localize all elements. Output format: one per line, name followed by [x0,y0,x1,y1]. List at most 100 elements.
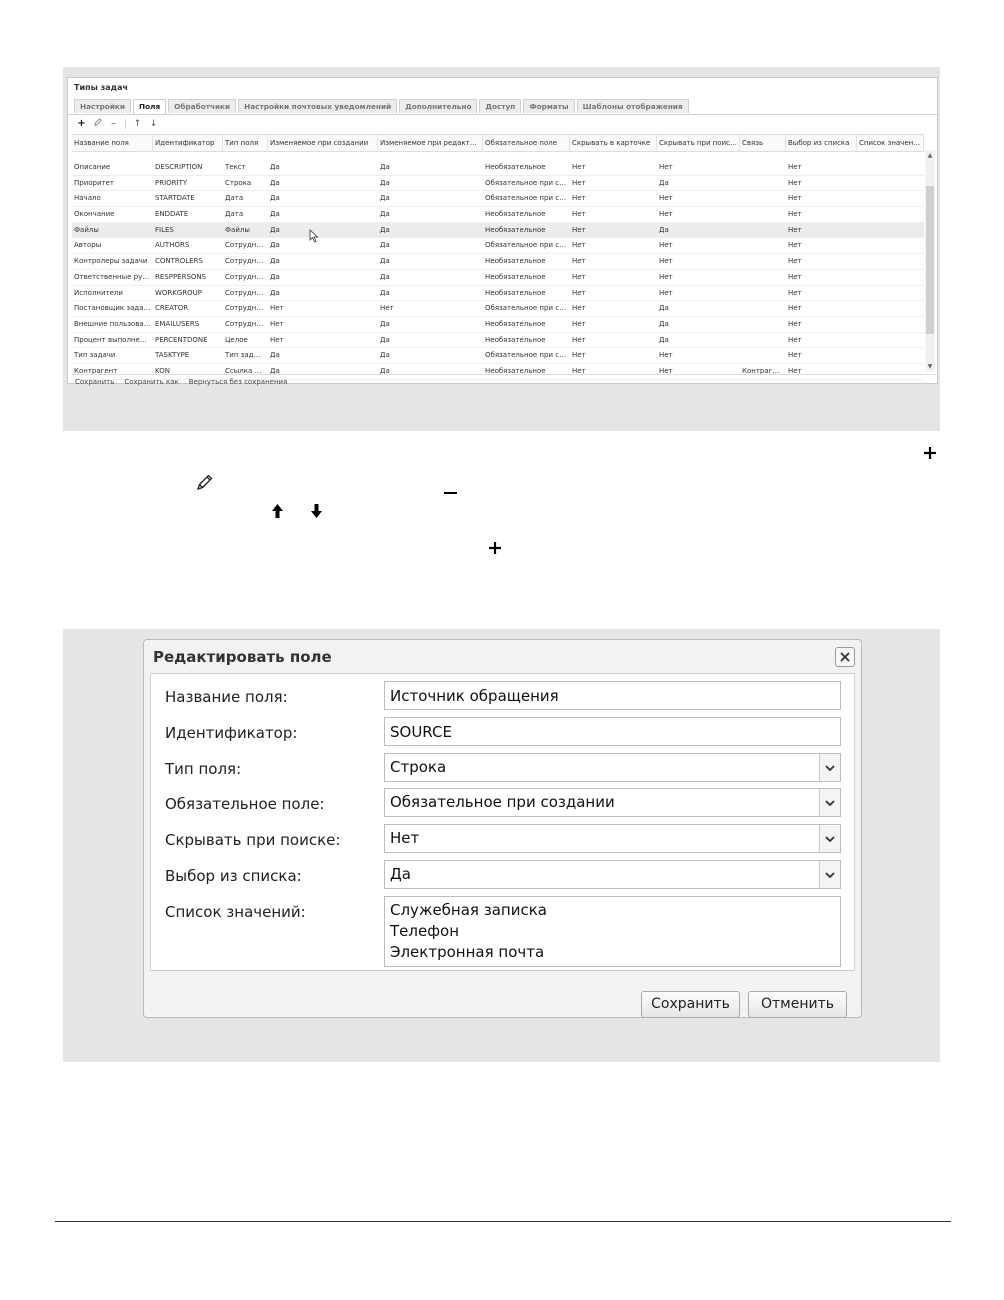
table-row[interactable]: Начало STARTDATE Дата Да Да Обязательное при … [72,191,924,208]
table-cell: Обязательное при с… [485,178,567,187]
table-row[interactable]: Процент выполне… PERCENTDONE Целое Нет Да Нео… [72,333,924,349]
table-cell: Нет [788,178,802,187]
column-header[interactable]: Список значен… [857,135,924,151]
table-cell: Нет [788,163,802,171]
values-list-item: Электронная почта [390,943,545,961]
required-field-label: Обязательное поле: [165,795,325,813]
scroll-up-icon[interactable]: ▲ [925,152,935,159]
table-row[interactable]: Окончание ENDDATE Дата Да Да Необязательное Не… [72,207,924,223]
tab-fields[interactable]: Поля [133,99,167,114]
table-cell: Нет [788,304,802,313]
column-header[interactable]: Скрывать при поис… [657,135,740,151]
column-header[interactable]: Тип поля [223,135,268,151]
tab-additional[interactable]: Дополнительно [399,99,478,113]
table-row[interactable]: Приоритет PRIORITY Строка Да Да Обязательное … [72,176,924,192]
column-header[interactable]: Идентификатор [153,135,223,151]
table-cell: Необязательное [485,210,546,219]
chevron-down-icon[interactable] [819,825,840,852]
column-header[interactable]: Обязательное поле [483,135,570,151]
tab-handlers[interactable]: Обработчики [168,99,237,113]
pencil-icon [196,473,214,495]
values-list-textarea[interactable]: Служебная записка Телефон Электронная по… [384,896,841,967]
values-list-item: Телефон [390,922,460,940]
chevron-down-icon[interactable] [819,861,840,888]
hide-in-search-select[interactable]: Нет [384,824,841,853]
table-cell: Нет [380,304,394,313]
table-cell: Да [659,225,669,234]
arrow-down-icon[interactable]: ↓ [147,119,160,129]
scroll-down-icon[interactable]: ▼ [925,363,935,370]
table-cell [857,238,924,252]
scroll-thumb[interactable] [926,186,934,334]
arrow-up-icon[interactable]: ↑ [131,119,144,129]
table-row[interactable]: Контролеры задачи CONTROLERS Сотрудн… Да Да Н… [72,254,924,270]
table-cell: Да [270,241,280,250]
table-cell: Нет [788,241,802,250]
table-row[interactable]: Исполнители WORKGROUP Сотрудн… Да Да Необязат… [72,286,924,302]
table-cell: Обязательное при с… [485,194,567,203]
tab-settings[interactable]: Настройки [74,99,131,113]
identifier-input[interactable] [384,717,841,746]
table-row[interactable]: Авторы AUTHORS Сотрудн… Да Да Обязательное пр… [72,238,924,255]
field-type-select[interactable]: Строка [384,753,841,782]
table-cell: Да [270,163,280,171]
table-cell: Файлы [74,225,99,234]
plus-icon [488,540,502,559]
list-choice-label: Выбор из списка: [165,867,302,885]
identifier-label: Идентификатор: [165,724,298,742]
grid-header: Название поля Идентификатор Тип поля Изм… [72,134,924,152]
close-button[interactable] [835,647,855,667]
table-cell: Да [659,178,669,187]
table-row[interactable]: Внешние пользова… EMAILUSERS Сотрудн… Нет Да… [72,317,924,333]
table-row[interactable]: Постановщик зада… CREATOR Сотрудн… Нет Нет Об… [72,301,924,317]
table-cell [740,286,786,300]
column-header[interactable]: Выбор из списка [786,135,857,151]
table-cell: Файлы [225,225,250,234]
table-cell: Обязательное при с… [485,351,567,360]
pencil-icon[interactable] [91,118,104,129]
table-cell: Необязательное [485,319,546,328]
required-field-select[interactable]: Обязательное при создании [384,788,841,817]
table-cell: Нет [572,225,586,234]
column-header[interactable]: Связь [740,135,786,151]
column-header[interactable]: Название поля [72,135,153,151]
table-row[interactable]: Ответственные ру… RESPPERSONS Сотрудн… Да Да… [72,270,924,286]
table-cell: Контролеры задачи [74,257,148,266]
table-cell: Необязательное [485,335,546,344]
table-cell: Нет [788,288,802,297]
minus-icon[interactable]: – [107,118,120,129]
chevron-down-icon[interactable] [819,754,840,781]
tab-access[interactable]: Доступ [479,99,522,113]
table-cell: Да [270,257,280,266]
list-choice-select[interactable]: Да [384,860,841,889]
tab-mail-notifications[interactable]: Настройки почтовых уведомлений [238,99,398,113]
return-without-saving-link[interactable]: Вернуться без сохранения [189,375,288,389]
table-cell: Да [270,225,280,234]
dialog-title: Редактировать поле [153,648,332,666]
table-cell: Нет [572,304,586,313]
plus-icon[interactable]: + [75,118,88,129]
column-header[interactable]: Скрывать в карточке [570,135,657,151]
column-header[interactable]: Изменяемое при создании [268,135,378,151]
cancel-button[interactable]: Отменить [748,991,847,1018]
table-cell: Да [270,288,280,297]
window-title: Типы задач [74,83,129,92]
task-types-window: Типы задач Настройки Поля Обработчики На… [67,77,938,386]
tab-display-templates[interactable]: Шаблоны отображения [576,99,689,113]
table-row[interactable]: Тип задачи TASKTYPE Тип зад… Да Да Обязательн… [72,348,924,364]
column-header[interactable]: Изменяемое при редакт… [378,135,483,151]
field-name-input[interactable] [384,681,841,710]
table-row[interactable]: Файлы FILES Файлы Да Да Необязательное Нет Да Не… [72,222,924,239]
table-cell: Процент выполне… [74,335,147,344]
save-as-link[interactable]: Сохранить как [124,375,178,389]
grid-scrollbar[interactable]: ▲ ▼ [925,150,935,372]
save-button[interactable]: Сохранить [641,991,740,1018]
chevron-down-icon[interactable] [819,789,840,816]
table-cell: Да [380,288,390,297]
table-cell: Нет [659,241,673,250]
table-cell: Нет [572,319,586,328]
tab-formats[interactable]: Форматы [523,99,575,113]
table-row[interactable]: Описание DESCRIPTION Текст Да Да Необязательн… [72,160,924,176]
save-link[interactable]: Сохранить [75,375,114,389]
edit-field-screenshot: Редактировать поле Название поля: Иденти… [63,629,940,1062]
